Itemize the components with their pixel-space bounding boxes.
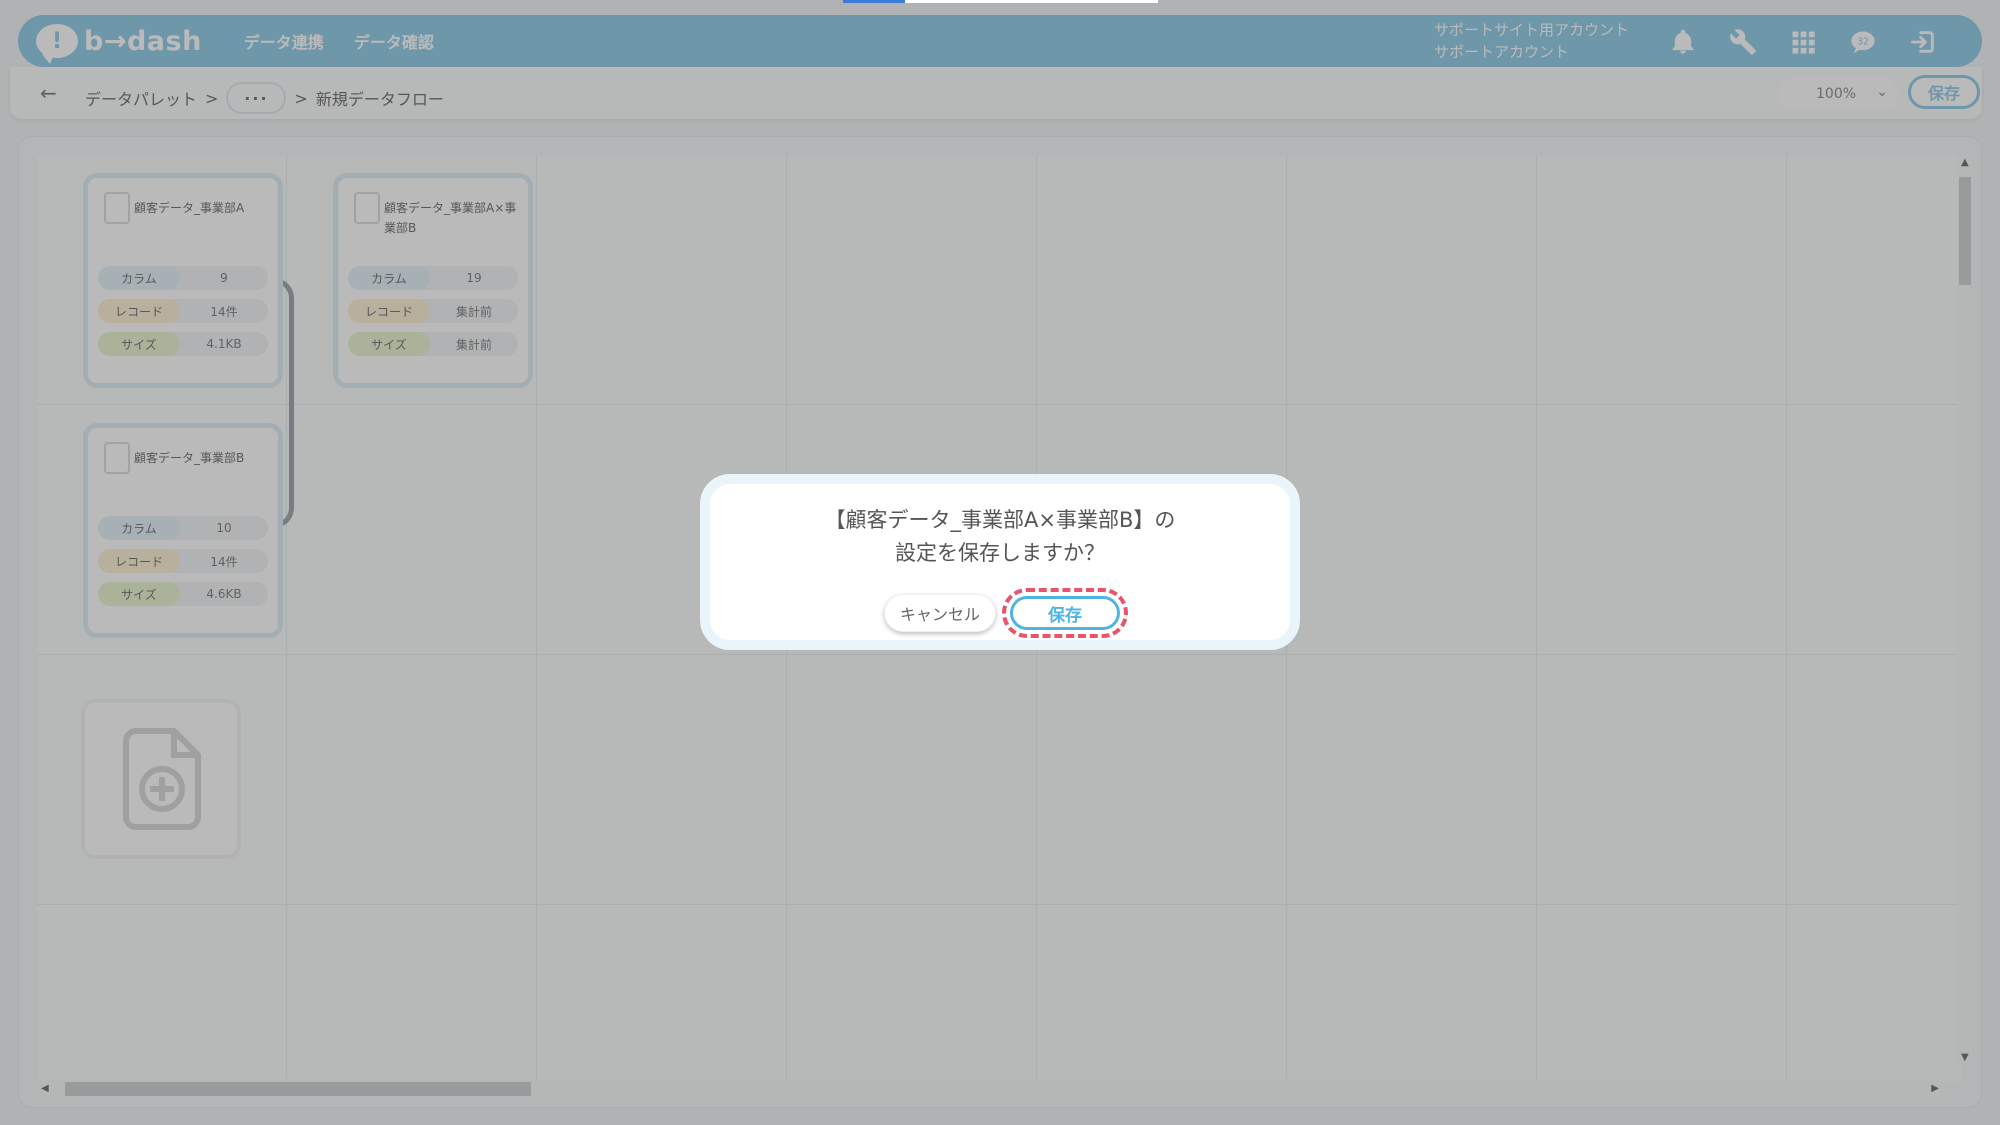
dialog-buttons: キャンセル 保存 xyxy=(710,588,1290,638)
confirm-save-button[interactable]: 保存 xyxy=(1010,596,1120,630)
cancel-button[interactable]: キャンセル xyxy=(884,594,996,632)
dialog-message-line-1: 【顧客データ_事業部A×事業部B】の xyxy=(824,508,1176,532)
app: ! b→dash データ連携 データ確認 サポートサイト用アカウント サポートア… xyxy=(0,0,2000,1125)
dialog-message-line-2: 設定を保存しますか？ xyxy=(895,541,1105,565)
dialog-message: 【顧客データ_事業部A×事業部B】の 設定を保存しますか？ xyxy=(710,504,1290,570)
save-confirm-dialog: 【顧客データ_事業部A×事業部B】の 設定を保存しますか？ キャンセル 保存 xyxy=(700,474,1300,650)
save-button-highlight: 保存 xyxy=(1002,588,1128,638)
top-strip-accent xyxy=(843,0,905,3)
